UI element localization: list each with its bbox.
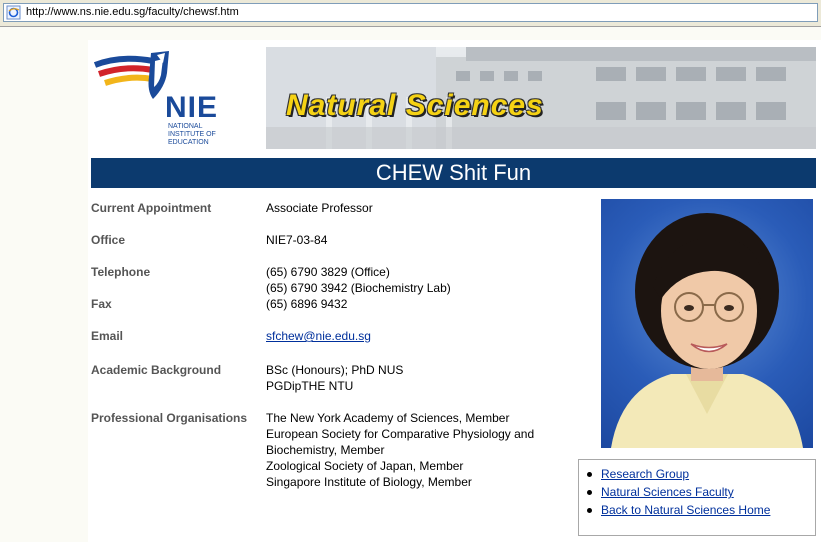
list-item: Research Group bbox=[586, 465, 770, 483]
natural-sciences-faculty-link[interactable]: Natural Sciences Faculty bbox=[601, 485, 734, 499]
academic-label: Academic Background bbox=[91, 363, 222, 377]
logo-line2: INSTITUTE OF bbox=[168, 131, 216, 138]
email-label: Email bbox=[91, 329, 124, 343]
org-item: Singapore Institute of Biology, Member bbox=[266, 475, 472, 489]
email-link[interactable]: sfchew@nie.edu.sg bbox=[266, 329, 371, 343]
logo-line3: EDUCATION bbox=[168, 139, 209, 146]
appointment-label: Current Appointment bbox=[91, 201, 212, 215]
telephone-line2: (65) 6790 3942 (Biochemistry Lab) bbox=[266, 281, 451, 295]
banner-title: Natural Sciences bbox=[286, 89, 544, 122]
ie-page-icon bbox=[6, 5, 21, 20]
fax-label: Fax bbox=[91, 297, 112, 311]
office-value: NIE7-03-84 bbox=[266, 233, 328, 247]
org-item: The New York Academy of Sciences, Member bbox=[266, 411, 510, 425]
list-item: Back to Natural Sciences Home bbox=[586, 501, 770, 519]
nie-logo: NIE NATIONAL INSTITUTE OF EDUCATION bbox=[91, 47, 266, 149]
url-text: http://www.ns.nie.edu.sg/faculty/chewsf.… bbox=[26, 6, 239, 18]
office-label: Office bbox=[91, 233, 126, 247]
research-group-link[interactable]: Research Group bbox=[601, 467, 689, 481]
orgs-label: Professional Organisations bbox=[91, 411, 248, 425]
telephone-line1: (65) 6790 3829 (Office) bbox=[266, 265, 390, 279]
academic-line1: BSc (Honours); PhD NUS bbox=[266, 363, 404, 377]
logo-line1: NATIONAL bbox=[168, 123, 203, 130]
page-title: CHEW Shit Fun bbox=[91, 158, 816, 188]
logo-acronym: NIE bbox=[165, 91, 219, 124]
header-banner: Natural Sciences bbox=[266, 47, 816, 149]
address-bar: http://www.ns.nie.edu.sg/faculty/chewsf.… bbox=[0, 0, 821, 27]
fax-value: (65) 6896 9432 bbox=[266, 297, 348, 311]
portrait-image bbox=[611, 213, 803, 448]
org-item: Biochemistry, Member bbox=[266, 443, 385, 457]
academic-line2: PGDipTHE NTU bbox=[266, 379, 354, 393]
portrait-photo bbox=[601, 199, 813, 448]
telephone-label: Telephone bbox=[91, 265, 151, 279]
list-item: Natural Sciences Faculty bbox=[586, 483, 770, 501]
navigation-links-box: Research Group Natural Sciences Faculty … bbox=[578, 459, 816, 536]
back-to-home-link[interactable]: Back to Natural Sciences Home bbox=[601, 503, 770, 517]
appointment-value: Associate Professor bbox=[266, 201, 373, 215]
url-field[interactable]: http://www.ns.nie.edu.sg/faculty/chewsf.… bbox=[3, 3, 818, 22]
email-value: sfchew@nie.edu.sg bbox=[266, 328, 586, 344]
nav-links-list: Research Group Natural Sciences Faculty … bbox=[586, 465, 770, 519]
org-item: Zoological Society of Japan, Member bbox=[266, 459, 464, 473]
org-item: European Society for Comparative Physiol… bbox=[266, 427, 535, 441]
